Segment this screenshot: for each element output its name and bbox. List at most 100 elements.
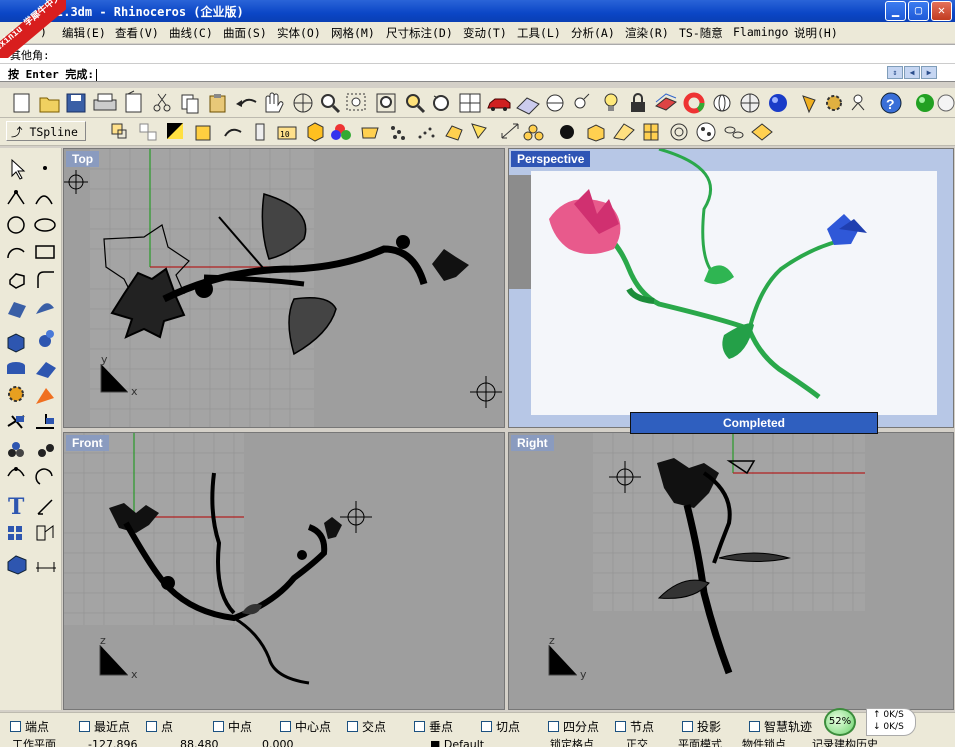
viewport-front[interactable]: z x Front xyxy=(63,432,505,710)
tspline-pattern-icon[interactable] xyxy=(696,122,716,142)
car-icon[interactable] xyxy=(487,98,511,111)
undo-view-icon[interactable] xyxy=(433,95,449,111)
select-arrow-icon[interactable] xyxy=(11,158,26,180)
menu-item-tsplines[interactable]: TS-随意 xyxy=(679,25,723,41)
polygon-tool-icon[interactable] xyxy=(9,273,25,289)
tspline-select-icon[interactable] xyxy=(139,123,157,141)
menu-item-flamingo[interactable]: Flamingo xyxy=(733,25,788,39)
viewport-label-front[interactable]: Front xyxy=(66,435,109,451)
mirror-tool-icon[interactable] xyxy=(36,525,54,541)
tspline-undo-icon[interactable] xyxy=(224,128,242,137)
osnap-smarttrack[interactable]: 智慧轨迹 xyxy=(749,718,812,735)
polyline-icon[interactable] xyxy=(7,190,25,205)
maximize-button[interactable]: ▢ xyxy=(908,1,929,21)
tspline-crease-icon[interactable] xyxy=(445,125,463,141)
osnap-checkbox[interactable] xyxy=(347,721,358,732)
osnap-endpoint[interactable]: 端点 xyxy=(10,718,49,735)
osnap-checkbox[interactable] xyxy=(682,721,693,732)
tspline-mode-icon[interactable] xyxy=(167,123,183,139)
color-wheel-icon[interactable] xyxy=(683,92,705,114)
point-tool-icon[interactable] xyxy=(43,166,47,170)
undo-icon[interactable] xyxy=(236,98,257,107)
surface-edge-icon[interactable] xyxy=(36,303,54,314)
osnap-knot[interactable]: 节点 xyxy=(615,718,654,735)
scroll-updown-icon[interactable]: ⇕ xyxy=(887,66,903,79)
point-icon[interactable] xyxy=(574,93,590,109)
viewport-right[interactable]: z y Right xyxy=(508,432,954,710)
grid-plane-icon[interactable] xyxy=(516,97,540,115)
status-history[interactable]: 记录建构历史 xyxy=(812,736,878,747)
osnap-checkbox[interactable] xyxy=(146,721,157,732)
minimize-button[interactable]: ▁ xyxy=(885,1,906,21)
viewport-label-perspective[interactable]: Perspective xyxy=(511,151,591,167)
tspline-box-icon[interactable] xyxy=(111,123,127,139)
tspline-diamond-icon[interactable] xyxy=(751,123,773,141)
osnap-project[interactable]: 投影 xyxy=(682,718,721,735)
layer-icon[interactable] xyxy=(655,93,677,111)
osnap-checkbox[interactable] xyxy=(615,721,626,732)
four-viewports-icon[interactable] xyxy=(459,93,481,113)
tspline-spiral-icon[interactable] xyxy=(670,123,688,141)
tspline-rgb-icon[interactable] xyxy=(331,124,351,140)
osnap-center[interactable]: 中心点 xyxy=(280,718,331,735)
menu-item-render[interactable]: 渲染(R) xyxy=(625,25,669,41)
tspline-bridge-icon[interactable] xyxy=(361,127,379,139)
render-sphere-icon[interactable] xyxy=(769,94,787,112)
osnap-checkbox[interactable] xyxy=(749,721,760,732)
tspline-dots-icon[interactable] xyxy=(418,127,435,139)
open-folder-icon[interactable] xyxy=(39,97,60,113)
sphere-mesh-icon[interactable] xyxy=(740,93,760,113)
print-icon[interactable] xyxy=(93,93,117,111)
spotlight-icon[interactable] xyxy=(802,95,816,114)
osnap-checkbox[interactable] xyxy=(548,721,559,732)
rotate-view-icon[interactable] xyxy=(293,93,313,113)
menu-item-solid[interactable]: 实体(O) xyxy=(277,25,321,41)
fillet-curve-icon[interactable] xyxy=(37,271,54,288)
tspline-face-icon[interactable] xyxy=(613,123,635,141)
curve-icon[interactable] xyxy=(35,195,53,205)
tspline-sphere-icon[interactable] xyxy=(560,125,574,139)
options-gear-icon[interactable] xyxy=(826,95,842,111)
rotate-tool-icon[interactable] xyxy=(35,468,53,485)
text-tool-icon[interactable]: T xyxy=(8,494,25,520)
arc-tool-icon[interactable] xyxy=(7,247,25,259)
viewport-label-right[interactable]: Right xyxy=(511,435,554,451)
surface-pt-icon[interactable] xyxy=(8,302,26,318)
join-tool-icon[interactable] xyxy=(8,442,24,457)
osnap-checkbox[interactable] xyxy=(414,721,425,732)
menu-item-surface[interactable]: 曲面(S) xyxy=(223,25,267,41)
viewport-top[interactable]: y x Top xyxy=(63,148,505,428)
osnap-checkbox[interactable] xyxy=(10,721,21,732)
menu-item-mesh[interactable]: 网格(M) xyxy=(331,25,375,41)
close-button[interactable]: ✕ xyxy=(931,1,952,21)
status-osnap[interactable]: 物件锁点 xyxy=(742,736,786,747)
menu-item-transform[interactable]: 变动(T) xyxy=(463,25,507,41)
tspline-weld-icon[interactable] xyxy=(523,124,544,141)
tspline-cylinder-icon[interactable] xyxy=(195,125,211,141)
menu-item-curve[interactable]: 曲线(C) xyxy=(169,25,213,41)
white-sphere-icon[interactable] xyxy=(937,94,955,112)
osnap-perpendicular[interactable]: 垂点 xyxy=(414,718,453,735)
paste-icon[interactable] xyxy=(209,94,226,113)
osnap-intersection[interactable]: 交点 xyxy=(347,718,386,735)
boolean-tool-icon[interactable] xyxy=(36,388,54,404)
osnap-checkbox[interactable] xyxy=(213,721,224,732)
command-line[interactable]: 按 Enter 完成: ⇕ ◀ ▶ xyxy=(0,63,955,82)
status-grid-snap[interactable]: 锁定格点 xyxy=(550,736,594,747)
box-solid-icon[interactable] xyxy=(7,333,25,353)
viewport-label-top[interactable]: Top xyxy=(66,151,100,167)
osnap-checkbox[interactable] xyxy=(79,721,90,732)
loft-icon[interactable] xyxy=(36,362,56,378)
tspline-cube-icon[interactable] xyxy=(307,122,324,142)
osnap-near[interactable]: 最近点 xyxy=(79,718,130,735)
osnap-checkbox[interactable] xyxy=(280,721,291,732)
tspline-tube-icon[interactable] xyxy=(255,123,265,141)
zoom-extents-icon[interactable] xyxy=(376,93,396,113)
osnap-quadrant[interactable]: 四分点 xyxy=(548,718,599,735)
tspline-grid-icon[interactable] xyxy=(643,123,659,141)
page-setup-icon[interactable] xyxy=(125,90,142,113)
menu-item-help[interactable]: 说明(H) xyxy=(794,25,838,41)
osnap-checkbox[interactable] xyxy=(481,721,492,732)
light-bulb-icon[interactable] xyxy=(604,93,618,111)
osnap-point[interactable]: 点 xyxy=(146,718,173,735)
